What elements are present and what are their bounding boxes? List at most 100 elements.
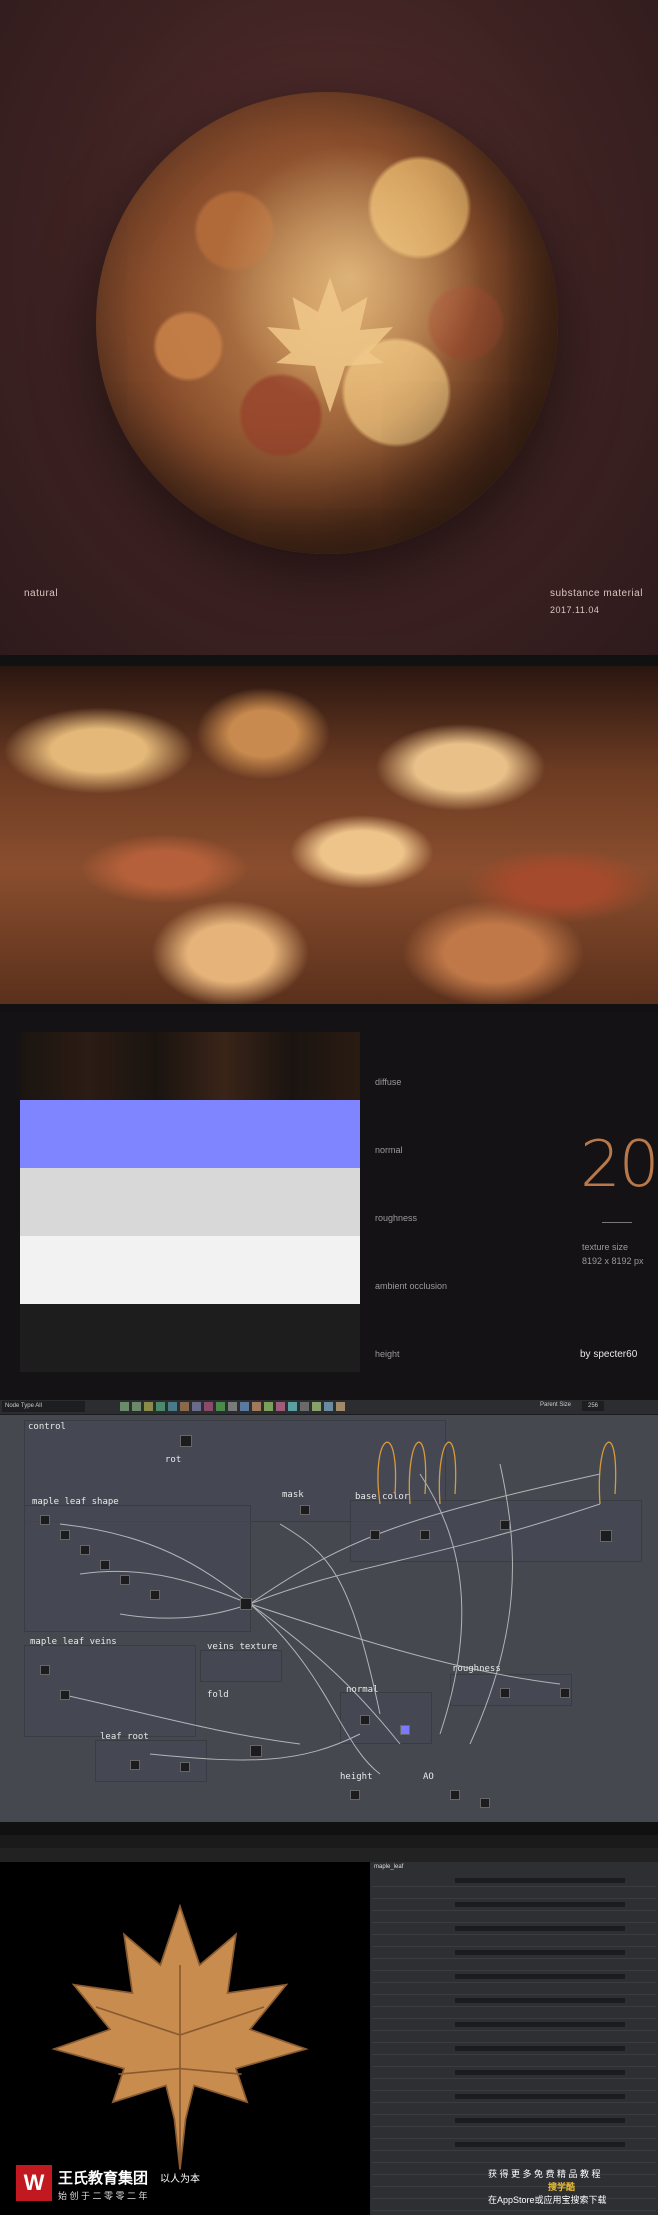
graph-node[interactable] (500, 1688, 510, 1698)
toolbar-button[interactable] (120, 1402, 129, 1411)
toolbar-button[interactable] (300, 1402, 309, 1411)
param-row[interactable] (372, 1960, 656, 1971)
category-label: natural (24, 588, 59, 599)
toolbar-button[interactable] (324, 1402, 333, 1411)
divider (602, 1222, 632, 1223)
graph-node[interactable] (420, 1530, 430, 1540)
param-slider[interactable] (455, 2046, 625, 2051)
param-row[interactable] (372, 1888, 656, 1899)
toolbar-button[interactable] (264, 1402, 273, 1411)
graph-node[interactable] (60, 1530, 70, 1540)
graph-node[interactable] (480, 1798, 490, 1808)
param-row[interactable] (372, 2032, 656, 2043)
toolbar-button[interactable] (228, 1402, 237, 1411)
param-row[interactable] (372, 1912, 656, 1923)
normal-map (20, 1100, 360, 1168)
param-row[interactable] (372, 2104, 656, 2115)
toolbar-button[interactable] (132, 1402, 141, 1411)
param-slider[interactable] (455, 2118, 625, 2123)
graph-node[interactable] (80, 1545, 90, 1555)
material-type-label: substance material (550, 588, 643, 599)
graph-node[interactable] (120, 1575, 130, 1585)
param-slider[interactable] (455, 2070, 625, 2075)
graph-node[interactable] (130, 1760, 140, 1770)
map-label-ao: ambient occlusion (375, 1281, 448, 1291)
param-row[interactable] (372, 2008, 656, 2019)
param-row[interactable] (372, 2152, 656, 2163)
texture-size-value: 8192 x 8192 px (582, 1256, 644, 1266)
param-row[interactable] (372, 1936, 656, 1947)
promo-line-1: 获 得 更 多 免 费 精 品 教 程 (488, 2169, 601, 2179)
toolbar-button[interactable] (216, 1402, 225, 1411)
graph-node[interactable] (240, 1598, 252, 1610)
param-slider[interactable] (455, 1902, 625, 1907)
param-slider[interactable] (455, 1878, 625, 1883)
param-slider[interactable] (455, 1974, 625, 1979)
watermark-company: 王氏教育集团 (58, 2170, 149, 2187)
map-label-height: height (375, 1349, 400, 1359)
promo-line-2: 在AppStore或应用宝搜索下载 (488, 2195, 607, 2205)
panel-title: maple_leaf (374, 1864, 404, 1870)
toolbar-button[interactable] (288, 1402, 297, 1411)
company-logo: W (16, 2165, 52, 2201)
toolbar-button[interactable] (240, 1402, 249, 1411)
toolbar-button[interactable] (204, 1402, 213, 1411)
param-slider[interactable] (455, 1950, 625, 1955)
graph-node[interactable] (150, 1590, 160, 1600)
divider (0, 1822, 658, 1835)
graph-node[interactable] (40, 1515, 50, 1525)
watermark-subtitle: 始 创 于 二 零 零 二 年 (58, 2191, 148, 2201)
node-connections (59, 1441, 617, 1775)
param-slider[interactable] (455, 2094, 625, 2099)
diffuse-map (20, 1032, 360, 1100)
toolbar-button[interactable] (144, 1402, 153, 1411)
graph-node[interactable] (180, 1762, 190, 1772)
toolbar-button[interactable] (252, 1402, 261, 1411)
param-row[interactable] (372, 2056, 656, 2067)
param-row[interactable] (372, 2128, 656, 2139)
graph-node[interactable] (350, 1790, 360, 1800)
maple-leaf-icon (51, 1903, 309, 2170)
param-slider[interactable] (455, 1998, 625, 2003)
graph-node[interactable] (600, 1530, 612, 1542)
toolbar-button[interactable] (312, 1402, 321, 1411)
toolbar-button[interactable] (276, 1402, 285, 1411)
menu-bar (0, 1835, 658, 1848)
node-type-dropdown[interactable]: Node Type All (2, 1401, 85, 1412)
param-row[interactable] (372, 2080, 656, 2091)
texture-count: 20 (580, 1128, 658, 1202)
graph-node[interactable] (450, 1790, 460, 1800)
date-label: 2017.11.04 (550, 605, 600, 615)
toolbar-button[interactable] (168, 1402, 177, 1411)
toolbar-button[interactable] (180, 1402, 189, 1411)
graph-node[interactable] (360, 1715, 370, 1725)
promo-app-name: 搜学酷 (548, 2182, 576, 2192)
param-slider[interactable] (455, 2022, 625, 2027)
toolbar-button[interactable] (156, 1402, 165, 1411)
leaves-closeup-image (0, 666, 658, 1004)
graph-node[interactable] (370, 1530, 380, 1540)
param-row[interactable] (372, 1984, 656, 1995)
graph-node[interactable] (100, 1560, 110, 1570)
graph-node[interactable] (500, 1520, 510, 1530)
graph-node[interactable] (300, 1505, 310, 1515)
graph-node[interactable] (400, 1725, 410, 1735)
watermark-slogan: 以人为本 (160, 2174, 200, 2185)
parent-size-label: Parent Size (540, 1402, 572, 1408)
parent-size-select[interactable]: 256 (582, 1401, 604, 1411)
divider (0, 655, 658, 666)
graph-node[interactable] (250, 1745, 262, 1757)
map-label-normal: normal (375, 1145, 403, 1155)
ambient-occlusion-map (20, 1236, 360, 1304)
toolbar-button[interactable] (336, 1402, 345, 1411)
graph-node[interactable] (180, 1435, 192, 1447)
param-slider[interactable] (455, 1926, 625, 1931)
map-label-roughness: roughness (375, 1213, 418, 1223)
graph-node[interactable] (60, 1690, 70, 1700)
roughness-map (20, 1168, 360, 1236)
param-slider[interactable] (455, 2142, 625, 2147)
map-label-diffuse: diffuse (375, 1077, 402, 1087)
graph-node[interactable] (560, 1688, 570, 1698)
graph-node[interactable] (40, 1665, 50, 1675)
toolbar-button[interactable] (192, 1402, 201, 1411)
